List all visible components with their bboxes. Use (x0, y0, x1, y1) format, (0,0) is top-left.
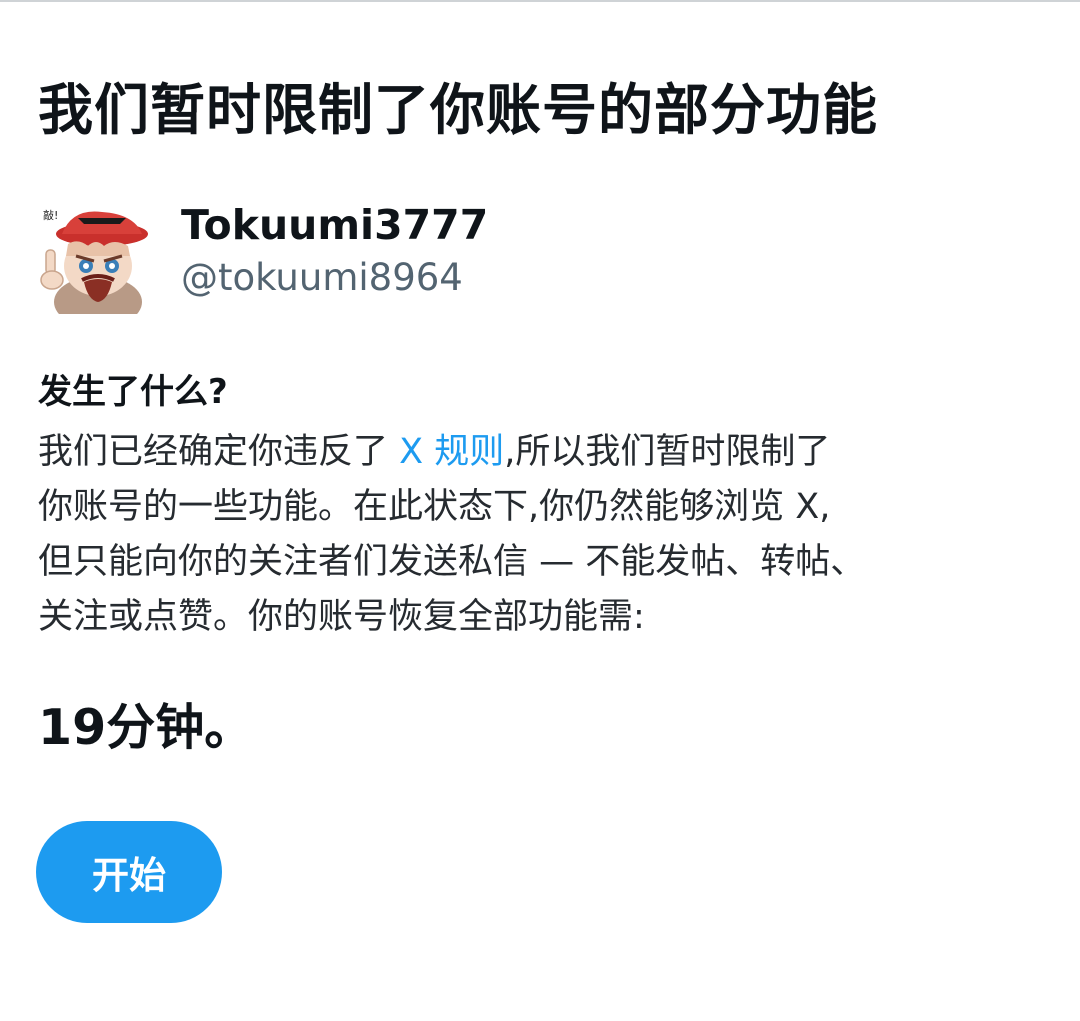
remaining-time: 19分钟。 (38, 699, 254, 756)
explanation-line-3: 但只能向你的关注者们发送私信 — 不能发帖、转帖、 (38, 542, 866, 582)
avatar-image: 敲! (38, 204, 150, 314)
section-heading: 发生了什么? (38, 372, 228, 412)
explanation-line-4: 关注或点赞。你的账号恢复全部功能需: (38, 597, 645, 637)
x-rules-link[interactable]: X 规则 (399, 432, 504, 472)
avatar[interactable]: 敲! (38, 204, 150, 314)
explanation-line-2: 你账号的一些功能。在此状态下,你仍然能够浏览 X, (38, 487, 831, 527)
page-title: 我们暂时限制了你账号的部分功能 (38, 78, 879, 142)
explanation-text: ,所以我们暂时限制了 (504, 432, 831, 472)
explanation-text: 我们已经确定你违反了 (38, 432, 400, 472)
svg-text:敲!: 敲! (43, 208, 58, 222)
start-button[interactable]: 开始 (36, 821, 222, 923)
display-name[interactable]: Tokuumi3777 (181, 199, 488, 251)
username-handle[interactable]: @tokuumi8964 (181, 254, 463, 302)
restriction-explanation: 我们已经确定你违反了 X 规则,所以我们暂时限制了 你账号的一些功能。在此状态下… (38, 425, 1048, 645)
explanation-line-1: 我们已经确定你违反了 X 规则,所以我们暂时限制了 (38, 425, 1048, 480)
top-divider (0, 0, 1080, 2)
